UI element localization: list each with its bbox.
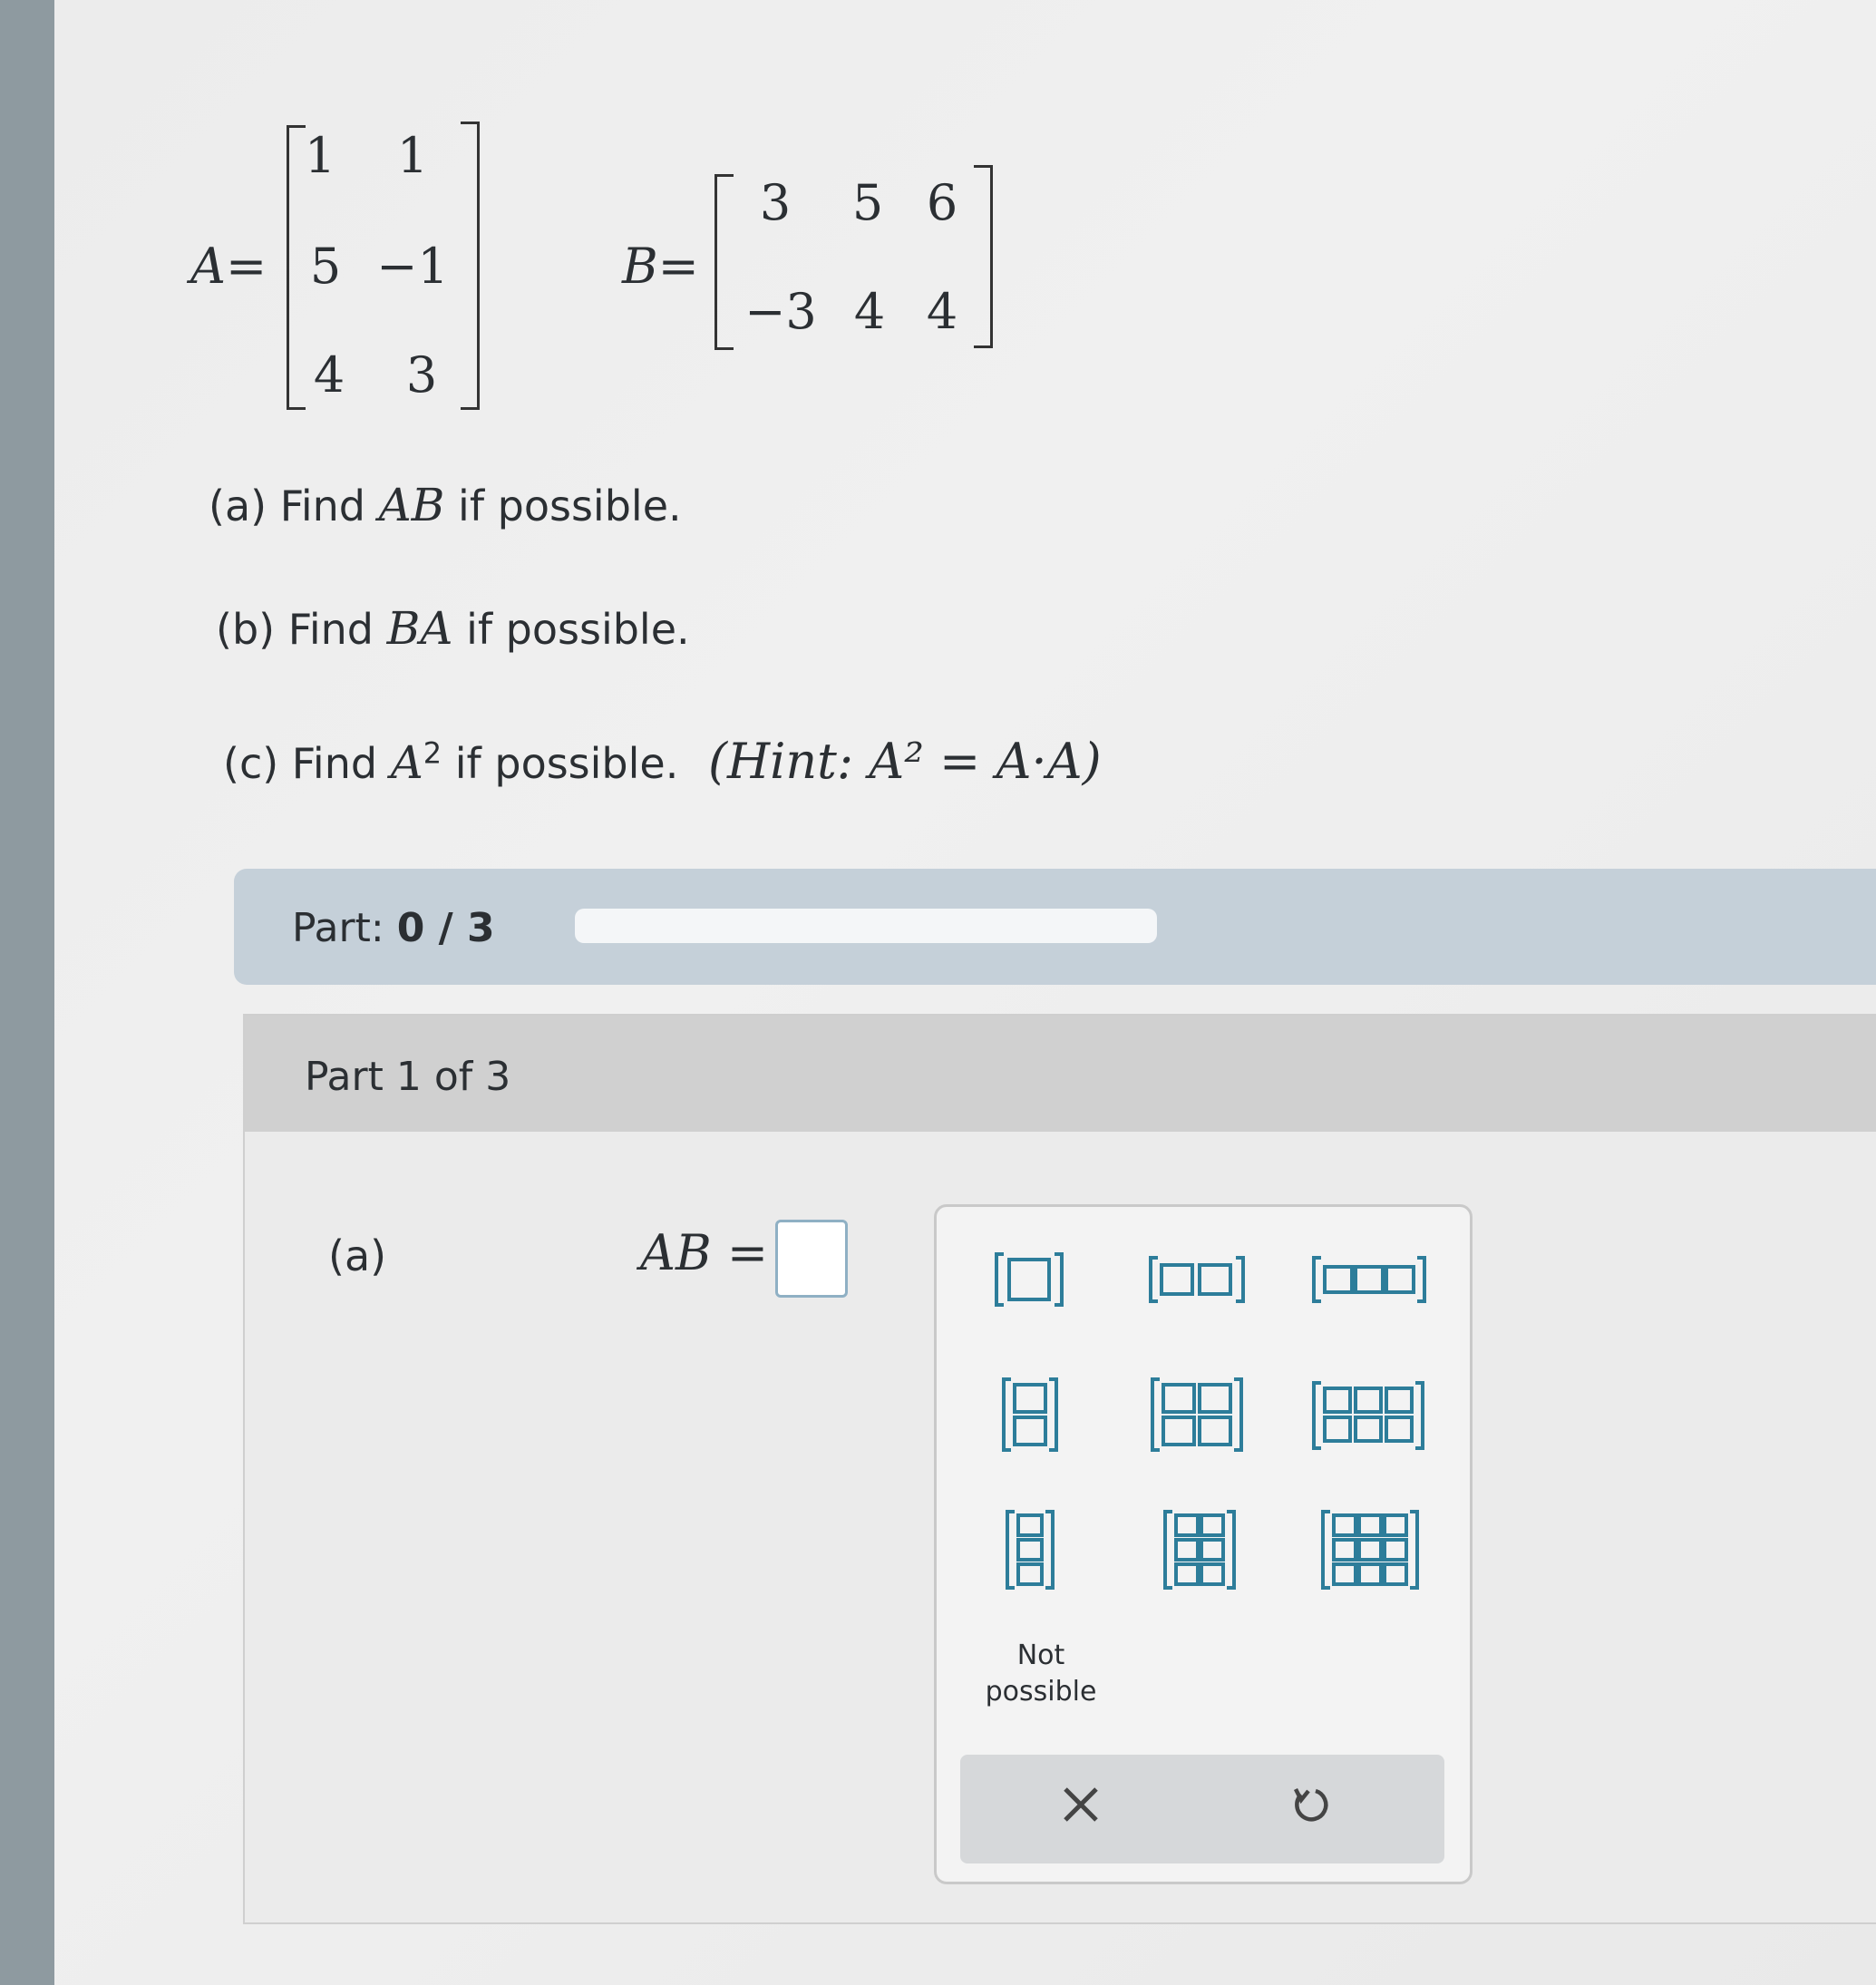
matrix-template-palette: Not possible xyxy=(934,1204,1473,1884)
matrix-2x2-icon xyxy=(1151,1377,1243,1452)
matrix-b-cell: 6 xyxy=(926,174,958,231)
matrix-a-cell: 1 xyxy=(304,127,336,184)
part-a-label: (a) xyxy=(328,1231,387,1280)
matrix-1x1-button[interactable] xyxy=(993,1250,1065,1312)
matrix-3x1-button[interactable] xyxy=(1004,1508,1056,1595)
matrix-a-cell: 1 xyxy=(396,127,429,184)
matrix-1x2-button[interactable] xyxy=(1147,1254,1247,1309)
matrix-1x3-button[interactable] xyxy=(1310,1254,1428,1309)
part-header-label: Part 1 of 3 xyxy=(305,1054,511,1100)
palette-toolbar xyxy=(960,1755,1444,1863)
matrix-1x1-icon xyxy=(995,1252,1064,1307)
not-possible-button[interactable]: Not possible xyxy=(973,1638,1109,1710)
ab-equation: AB = xyxy=(640,1224,769,1281)
matrix-a-cell: 3 xyxy=(405,346,438,404)
undo-icon xyxy=(1293,1787,1328,1822)
matrix-a-cell: 5 xyxy=(309,238,342,295)
question-b: (b) Find BA if possible. xyxy=(216,602,690,655)
matrix-a-label: A= xyxy=(190,238,267,295)
question-c-hint: (Hint: A² = A·A) xyxy=(707,733,1102,790)
matrix-3x1-icon xyxy=(1006,1510,1055,1590)
matrix-2x2-button[interactable] xyxy=(1149,1376,1245,1457)
matrix-a-cell: 4 xyxy=(313,346,345,404)
clear-button[interactable] xyxy=(1058,1782,1103,1838)
matrix-1x3-icon xyxy=(1312,1256,1426,1303)
close-icon xyxy=(1064,1787,1098,1822)
progress-bar-panel: Part: 0 / 3 xyxy=(234,869,1876,985)
matrix-b-label: B= xyxy=(622,238,699,295)
matrix-3x3-button[interactable] xyxy=(1319,1508,1421,1595)
matrix-3x2-button[interactable] xyxy=(1162,1508,1238,1595)
progress-track xyxy=(575,909,1157,943)
matrix-1x2-icon xyxy=(1149,1256,1245,1303)
question-c: (c) Find A2 if possible. (Hint: A² = A·A… xyxy=(223,733,1102,790)
progress-label: Part: 0 / 3 xyxy=(292,905,495,951)
matrix-2x3-button[interactable] xyxy=(1310,1379,1426,1455)
matrix-b-cell: −3 xyxy=(744,283,817,340)
matrix-2x1-button[interactable] xyxy=(1000,1376,1060,1457)
matrix-b-cell: 4 xyxy=(926,283,958,340)
matrix-2x1-icon xyxy=(1002,1377,1058,1452)
matrix-a-cell: −1 xyxy=(376,238,449,295)
part-header: Part 1 of 3 xyxy=(245,1016,1876,1132)
answer-input[interactable] xyxy=(775,1220,848,1298)
matrix-3x3-icon xyxy=(1321,1510,1419,1590)
question-a: (a) Find AB if possible. xyxy=(209,479,682,531)
undo-button[interactable] xyxy=(1288,1782,1334,1838)
matrix-2x3-icon xyxy=(1312,1381,1424,1450)
matrix-3x2-icon xyxy=(1163,1510,1236,1590)
matrix-b-cell: 3 xyxy=(759,174,792,231)
